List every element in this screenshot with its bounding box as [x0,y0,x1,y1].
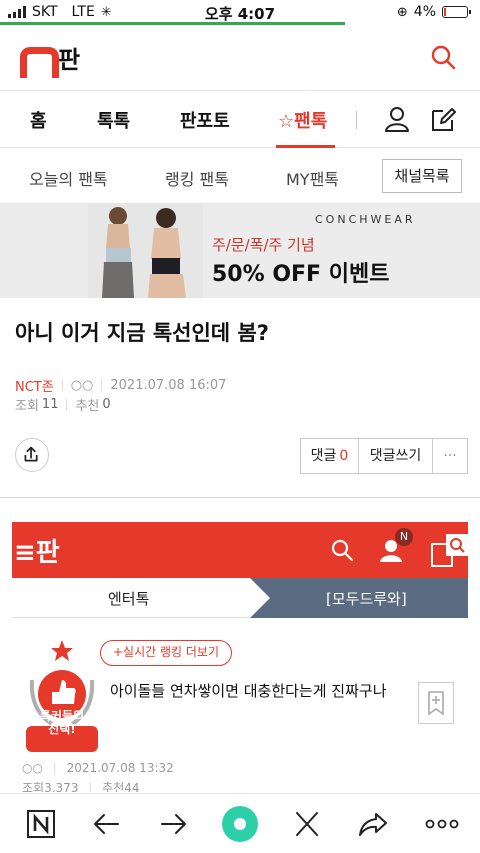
banner-headline: 50% OFF 이벤트 [212,262,390,287]
ad-banner[interactable]: CONCHWEAR 주/문/폭/주 기념 50% OFF 이벤트 [0,204,480,298]
article-stats: 조회 11 추천 0 [15,395,111,414]
embedded-tab-all-label: [모두드루와] [326,590,407,608]
page-load-progress [0,22,345,25]
subnav-today[interactable]: 오늘의 팬톡 [29,166,108,190]
nate-logo-icon [20,45,59,78]
tab-panphoto[interactable]: 판포토 [180,107,230,133]
share-icon [24,446,38,462]
author-mask: ○○ [70,378,94,393]
user-icon[interactable] [384,105,410,133]
embedded-search-icon [331,539,354,562]
banner-models-image [88,204,203,298]
rotation-lock-icon: ⊕ [396,4,408,20]
main-nav: 홈 톡톡 판포토 ☆팬톡 [0,90,480,148]
nate-home-icon[interactable] [24,808,58,840]
embedded-recommend-label: 추천 [102,781,125,792]
tab-arrow-shape [250,578,270,618]
forward-icon[interactable] [156,808,190,840]
embedded-views-label: 조회 [22,781,45,792]
recommend-count: 0 [102,397,111,412]
search-icon[interactable] [430,44,456,70]
logo[interactable]: 판 [20,40,81,78]
status-bar: SKT LTE ✳ 오후 4:07 ⊕ 4% [0,0,480,26]
app-header: 판 [0,26,480,90]
back-icon[interactable] [90,808,124,840]
close-icon[interactable] [290,808,324,840]
embedded-post-title: 아이돌들 연차쌓이면 대충한다는게 진짜구나 [110,682,387,700]
sub-nav: 오늘의 팬톡 랭킹 팬톡 MY팬톡 채널목록 [0,148,480,204]
browser-toolbar [0,793,480,853]
embedded-meta: ○○ | 2021.07.08 13:32 [22,761,174,775]
channel-list-button[interactable]: 채널목록 [382,159,462,193]
article-author[interactable]: NCT존 [15,376,54,395]
battery-icon [442,6,471,18]
embedded-header: ≡판 N [12,522,468,578]
embedded-logo: ≡판 [14,538,60,568]
comment-count: 0 [339,448,349,464]
badge-text-line2: 선택! [48,722,76,736]
center-action-icon[interactable] [220,804,260,844]
nav-separator [356,111,357,129]
embedded-write-search-icon [431,534,468,567]
bookmark-icon [418,682,454,724]
views-label: 조회 [15,399,39,414]
battery-percent: 4% [413,4,436,20]
tab-home[interactable]: 홈 [30,107,47,133]
recommend-label: 추천 [75,399,100,414]
write-comment-button[interactable]: 댓글쓰기 [359,439,433,473]
banner-subtitle: 주/문/폭/주 기념 [212,236,315,254]
embedded-views: 3,373 [44,781,79,792]
embedded-screenshot: ≡판 N 엔터톡 [모두드루와] +실시간 랭킹 더보기 톡커들의 선택! 아이… [12,522,468,792]
article-date: 2021.07.08 16:07 [110,378,227,393]
views-count: 11 [41,397,59,412]
more-icon[interactable] [424,808,460,840]
subnav-my[interactable]: MY팬톡 [286,166,339,190]
embedded-meta-author: ○○ [22,761,43,775]
embedded-ranking-button: +실시간 랭킹 더보기 [100,640,233,666]
embedded-tab-enter: 엔터톡 [108,590,150,608]
embedded-stats: 조회3,373 | 추천44 [22,779,140,792]
embedded-meta-date: 2021.07.08 13:32 [66,761,174,775]
embedded-notification-badge: N [395,528,413,546]
article-meta: NCT존 ○○ 2021.07.08 16:07 [15,376,226,395]
embedded-tab-all: [모두드루와] [250,578,468,618]
tab-fantalk[interactable]: ☆팬톡 [278,107,327,133]
logo-text: 판 [58,46,81,74]
comment-actions: 댓글 0 댓글쓰기 ··· [300,438,468,474]
subnav-ranking[interactable]: 랭킹 팬톡 [165,166,229,190]
more-button[interactable]: ··· [433,439,467,473]
embedded-recommend: 44 [124,781,140,792]
tab-toktok[interactable]: 톡톡 [97,107,130,133]
section-divider [0,497,480,498]
comment-label: 댓글 [310,448,337,464]
banner-brand: CONCHWEAR [315,213,416,226]
article-title: 아니 이거 지금 톡선인데 봄? [15,321,269,345]
share-button[interactable] [15,438,49,472]
comment-count-button[interactable]: 댓글 0 [301,439,359,473]
share-arrow-icon[interactable] [356,808,390,840]
embedded-tabs: 엔터톡 [모두드루와] [12,578,468,618]
write-icon[interactable] [430,105,456,133]
